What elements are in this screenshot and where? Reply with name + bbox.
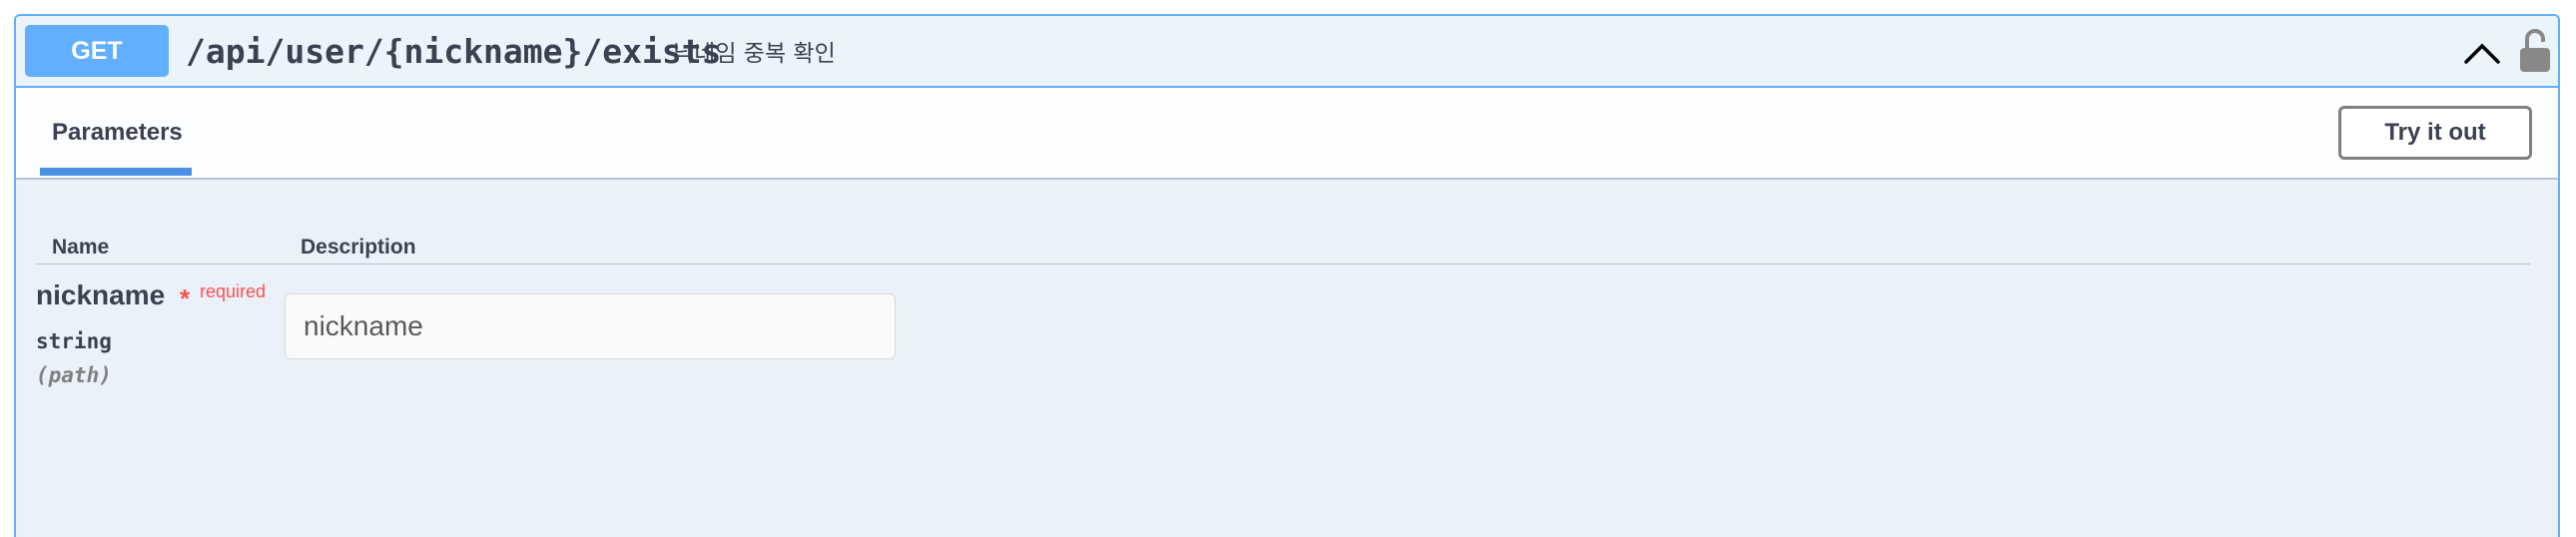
nickname-input[interactable] [285,293,896,359]
tab-header: Parameters Try it out [16,88,2558,180]
operation-summary[interactable]: GET /api/user/{nickname}/exists 닉네임 중복 확… [16,16,2558,88]
parameter-location: (path) [36,363,112,387]
header-divider [36,264,2530,265]
operation-block: GET /api/user/{nickname}/exists 닉네임 중복 확… [14,14,2560,537]
unlocked-padlock-icon[interactable] [2518,28,2552,74]
parameter-type: string [36,329,112,353]
http-method-badge: GET [25,25,169,77]
endpoint-path: /api/user/{nickname}/exists [186,31,722,71]
tab-parameters[interactable]: Parameters [40,88,195,178]
required-asterisk: * [180,283,191,313]
column-header-description: Description [301,236,416,259]
operation-description: 닉네임 중복 확인 [673,41,836,67]
required-label: required [200,281,267,301]
column-header-name: Name [52,236,110,259]
try-it-out-button[interactable]: Try it out [2338,106,2532,160]
parameter-name: nickname [36,279,166,310]
chevron-up-icon[interactable] [2462,32,2502,72]
active-tab-indicator [40,168,192,176]
